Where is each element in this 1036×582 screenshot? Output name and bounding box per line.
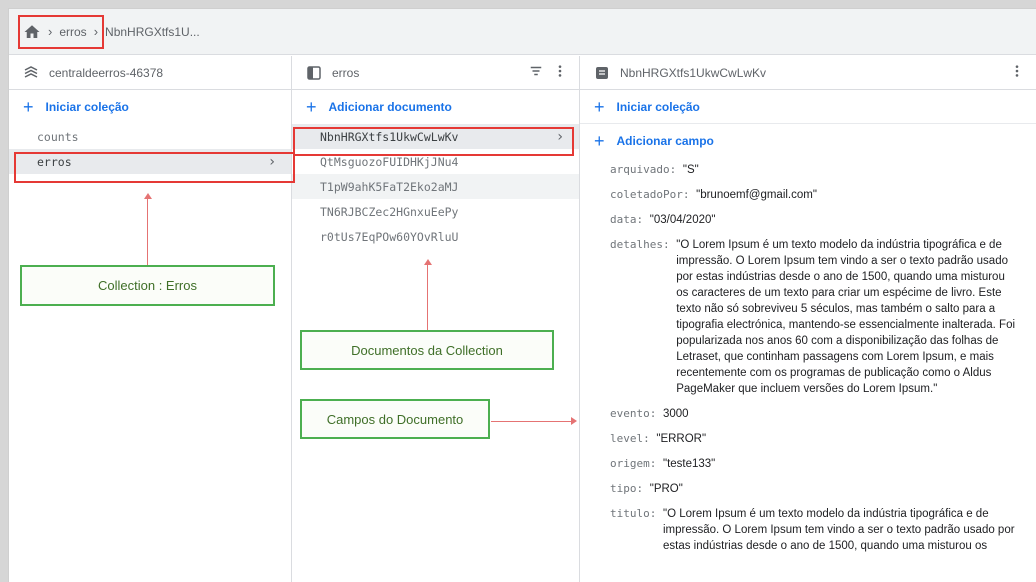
annotation-fields: Campos do Documento [300, 399, 490, 439]
plus-icon: + [594, 96, 605, 117]
field-row[interactable]: origem: "teste133" [610, 456, 1016, 472]
field-value: "S" [682, 164, 699, 176]
plus-icon: + [23, 97, 34, 117]
document-item[interactable]: TN6RJBCZec2HGnxuEePy [292, 199, 579, 224]
arrow-documents [427, 265, 428, 331]
field-row[interactable]: detalhes: "O Lorem Ipsum é um texto mode… [610, 237, 1016, 397]
filter-icon[interactable] [529, 64, 543, 81]
document-icon [594, 65, 610, 81]
firestore-console: › erros › NbnHRGXtfs1U... centraldeerros… [8, 8, 1036, 582]
field-value: "O Lorem Ipsum é um texto modelo da indú… [676, 239, 1016, 395]
highlight-collection-erros [14, 152, 295, 183]
document-item[interactable]: r0tUs7EqPOw60YOvRluU [292, 224, 579, 249]
breadcrumb-item-document[interactable]: NbnHRGXtfs1U... [105, 25, 200, 39]
field-value: "ERROR" [656, 433, 707, 445]
start-subcollection-label: Iniciar coleção [616, 99, 700, 114]
field-row[interactable]: coletadoPor: "brunoemf@gmail.com" [610, 187, 1016, 203]
highlight-document [293, 127, 574, 156]
field-value: "PRO" [649, 483, 683, 495]
field-key: tipo: [610, 482, 644, 495]
database-icon [23, 65, 39, 81]
collection-label: counts [37, 129, 79, 144]
document-column-header: NbnHRGXtfs1UkwCwLwKv [580, 56, 1036, 90]
add-document-label: Adicionar documento [328, 100, 452, 114]
document-id: T1pW9ahK5FaT2Eko2aMJ [320, 179, 459, 194]
root-column-header: centraldeerros-46378 [9, 56, 291, 90]
field-row[interactable]: evento: 3000 [610, 406, 1016, 422]
arrow-fields [491, 421, 571, 422]
document-id: r0tUs7EqPOw60YOvRluU [320, 229, 459, 244]
more-vert-icon[interactable] [553, 64, 567, 81]
add-field-label: Adicionar campo [616, 134, 714, 148]
start-subcollection-button[interactable]: + Iniciar coleção [580, 90, 1036, 124]
annotation-documents: Documentos da Collection [300, 330, 554, 370]
field-row[interactable]: level: "ERROR" [610, 431, 1016, 447]
document-name: NbnHRGXtfs1UkwCwLwKv [620, 65, 767, 80]
arrow-head [144, 193, 152, 199]
breadcrumb: › erros › NbnHRGXtfs1U... [9, 9, 1036, 55]
collection-column-header: erros [292, 56, 579, 90]
field-key: data: [610, 213, 644, 226]
document-column: NbnHRGXtfs1UkwCwLwKv + Iniciar coleção +… [580, 56, 1036, 582]
start-collection-button[interactable]: + Iniciar coleção [9, 90, 291, 124]
plus-icon: + [306, 97, 317, 117]
field-key: level: [610, 432, 650, 445]
annotation-collection: Collection : Erros [20, 265, 275, 306]
start-collection-label: Iniciar coleção [45, 100, 129, 114]
collection-name: erros [332, 65, 360, 80]
highlight-breadcrumb [18, 15, 104, 49]
field-key: evento: [610, 407, 657, 420]
field-row[interactable]: tipo: "PRO" [610, 481, 1016, 497]
collection-icon [306, 65, 322, 81]
add-document-button[interactable]: + Adicionar documento [292, 90, 579, 124]
field-key: titulo: [610, 507, 657, 520]
document-id: QtMsguozoFUIDHKjJNu4 [320, 154, 459, 169]
arrow-head [424, 259, 432, 265]
root-column: centraldeerros-46378 + Iniciar coleção c… [9, 56, 292, 582]
field-value: "03/04/2020" [649, 214, 716, 226]
field-value: "teste133" [662, 458, 716, 470]
document-item[interactable]: T1pW9ahK5FaT2Eko2aMJ [292, 174, 579, 199]
field-row[interactable]: data: "03/04/2020" [610, 212, 1016, 228]
field-row[interactable]: titulo: "O Lorem Ipsum é um texto modelo… [610, 506, 1016, 554]
document-id: TN6RJBCZec2HGnxuEePy [320, 204, 459, 219]
collection-item-counts[interactable]: counts [9, 124, 291, 149]
document-fields: arquivado: "S" coletadoPor: "brunoemf@gm… [580, 162, 1036, 554]
field-row[interactable]: arquivado: "S" [610, 162, 1016, 178]
plus-icon: + [594, 131, 605, 151]
field-key: coletadoPor: [610, 188, 690, 201]
field-key: detalhes: [610, 238, 670, 251]
arrow-head [571, 417, 577, 425]
field-key: arquivado: [610, 163, 677, 176]
project-name: centraldeerros-46378 [49, 65, 164, 80]
field-value: "O Lorem Ipsum é um texto modelo da indú… [662, 508, 1015, 552]
add-field-button[interactable]: + Adicionar campo [580, 124, 1036, 158]
arrow-collection [147, 199, 148, 265]
field-value: 3000 [662, 408, 689, 420]
field-key: origem: [610, 457, 657, 470]
field-value: "brunoemf@gmail.com" [696, 189, 817, 201]
more-vert-icon[interactable] [1010, 64, 1024, 81]
